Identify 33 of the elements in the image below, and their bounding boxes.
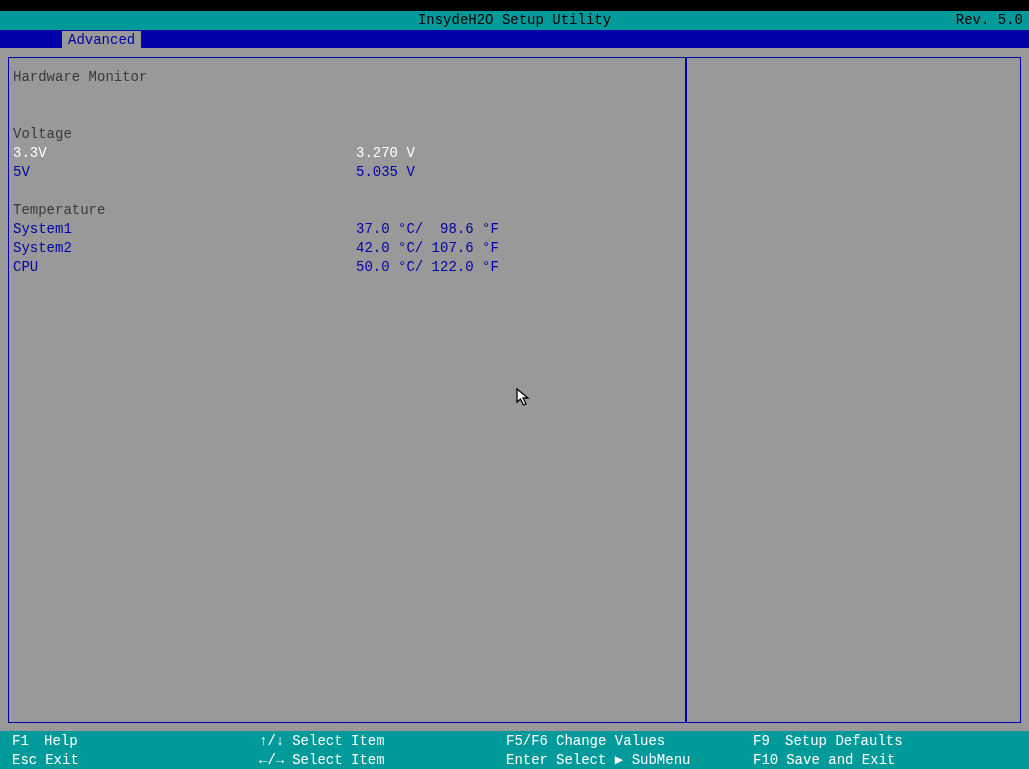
setting-label[interactable]: 5V (13, 163, 356, 182)
setting-value: 5.035 V (356, 163, 415, 182)
section-heading: Temperature (13, 201, 106, 220)
setting-value: 50.0 °C/ 122.0 °F (356, 258, 499, 277)
hotkey: F10 (753, 751, 780, 769)
hotkey: Esc (12, 751, 39, 769)
hotkey: F1 (12, 732, 30, 751)
hotkey-description: Select ▶ SubMenu (556, 751, 691, 769)
hotkey-description: Exit (45, 751, 79, 769)
hotkey-description: Change Values (556, 732, 666, 751)
hotkey-description: Save and Exit (786, 751, 896, 769)
hotkey-description: Setup Defaults (785, 732, 903, 751)
revision-label: Rev. 5.0 (955, 11, 1023, 30)
hotkey-description: Select Item (292, 751, 385, 769)
mouse-pointer-icon (516, 388, 533, 407)
section-heading: Voltage (13, 125, 72, 144)
setting-label[interactable]: System2 (13, 239, 356, 258)
window-title: InsydeH2O Setup Utility (417, 11, 612, 30)
hotkey: F9 (753, 732, 771, 751)
setting-value: 42.0 °C/ 107.6 °F (356, 239, 499, 258)
setting-value: 3.270 V (356, 144, 415, 163)
setting-label[interactable]: CPU (13, 258, 356, 277)
page-title: Hardware Monitor (13, 68, 148, 87)
hotkey: ←/→ (259, 751, 286, 769)
menu-tab[interactable]: Advanced (62, 31, 142, 48)
setting-label[interactable]: 3.3V (13, 144, 356, 163)
setting-value: 37.0 °C/ 98.6 °F (356, 220, 499, 239)
setting-label[interactable]: System1 (13, 220, 356, 239)
hotkey: ↑/↓ (259, 732, 286, 751)
hotkey: Enter (506, 751, 549, 769)
hotkey-description: Help (44, 732, 78, 751)
hotkey-description: Select Item (292, 732, 385, 751)
hotkey: F5/F6 (506, 732, 549, 751)
